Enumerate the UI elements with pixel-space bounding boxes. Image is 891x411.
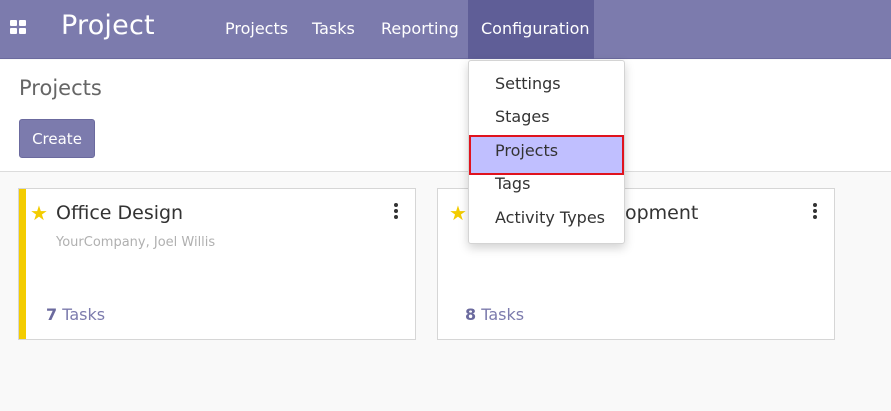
dropdown-item-activity-types[interactable]: Activity Types [469,202,624,235]
task-label: Tasks [62,305,106,324]
kebab-menu-icon[interactable] [812,203,818,219]
apps-grid-icon[interactable] [10,20,28,34]
configuration-dropdown: Settings Stages Projects Tags Activity T… [468,60,625,244]
project-card[interactable]: ★ Office Design YourCompany, Joel Willis… [18,188,416,340]
color-stripe [19,189,26,339]
dropdown-item-tags[interactable]: Tags [469,168,624,201]
project-name[interactable]: Office Design [56,202,183,224]
dropdown-item-settings[interactable]: Settings [469,68,624,101]
tasks-link[interactable]: 7 Tasks [46,305,105,324]
favorite-star-icon[interactable]: ★ [30,203,48,223]
tasks-link[interactable]: 8 Tasks [465,305,524,324]
task-count: 8 [465,305,477,324]
menu-configuration[interactable]: Configuration [468,0,594,59]
dropdown-item-stages[interactable]: Stages [469,101,624,134]
task-label: Tasks [481,305,525,324]
menu-tasks[interactable]: Tasks [299,0,368,59]
app-title: Project [61,10,155,41]
menu-reporting[interactable]: Reporting [368,0,472,59]
control-panel: Projects Create [0,60,891,172]
menu-projects[interactable]: Projects [212,0,301,59]
breadcrumb: Projects [19,76,102,100]
project-subtitle: YourCompany, Joel Willis [56,235,216,250]
top-navbar: Project Projects Tasks Reporting Configu… [0,0,891,59]
create-button[interactable]: Create [19,119,95,158]
kebab-menu-icon[interactable] [393,203,399,219]
task-count: 7 [46,305,58,324]
favorite-star-icon[interactable]: ★ [449,203,467,223]
